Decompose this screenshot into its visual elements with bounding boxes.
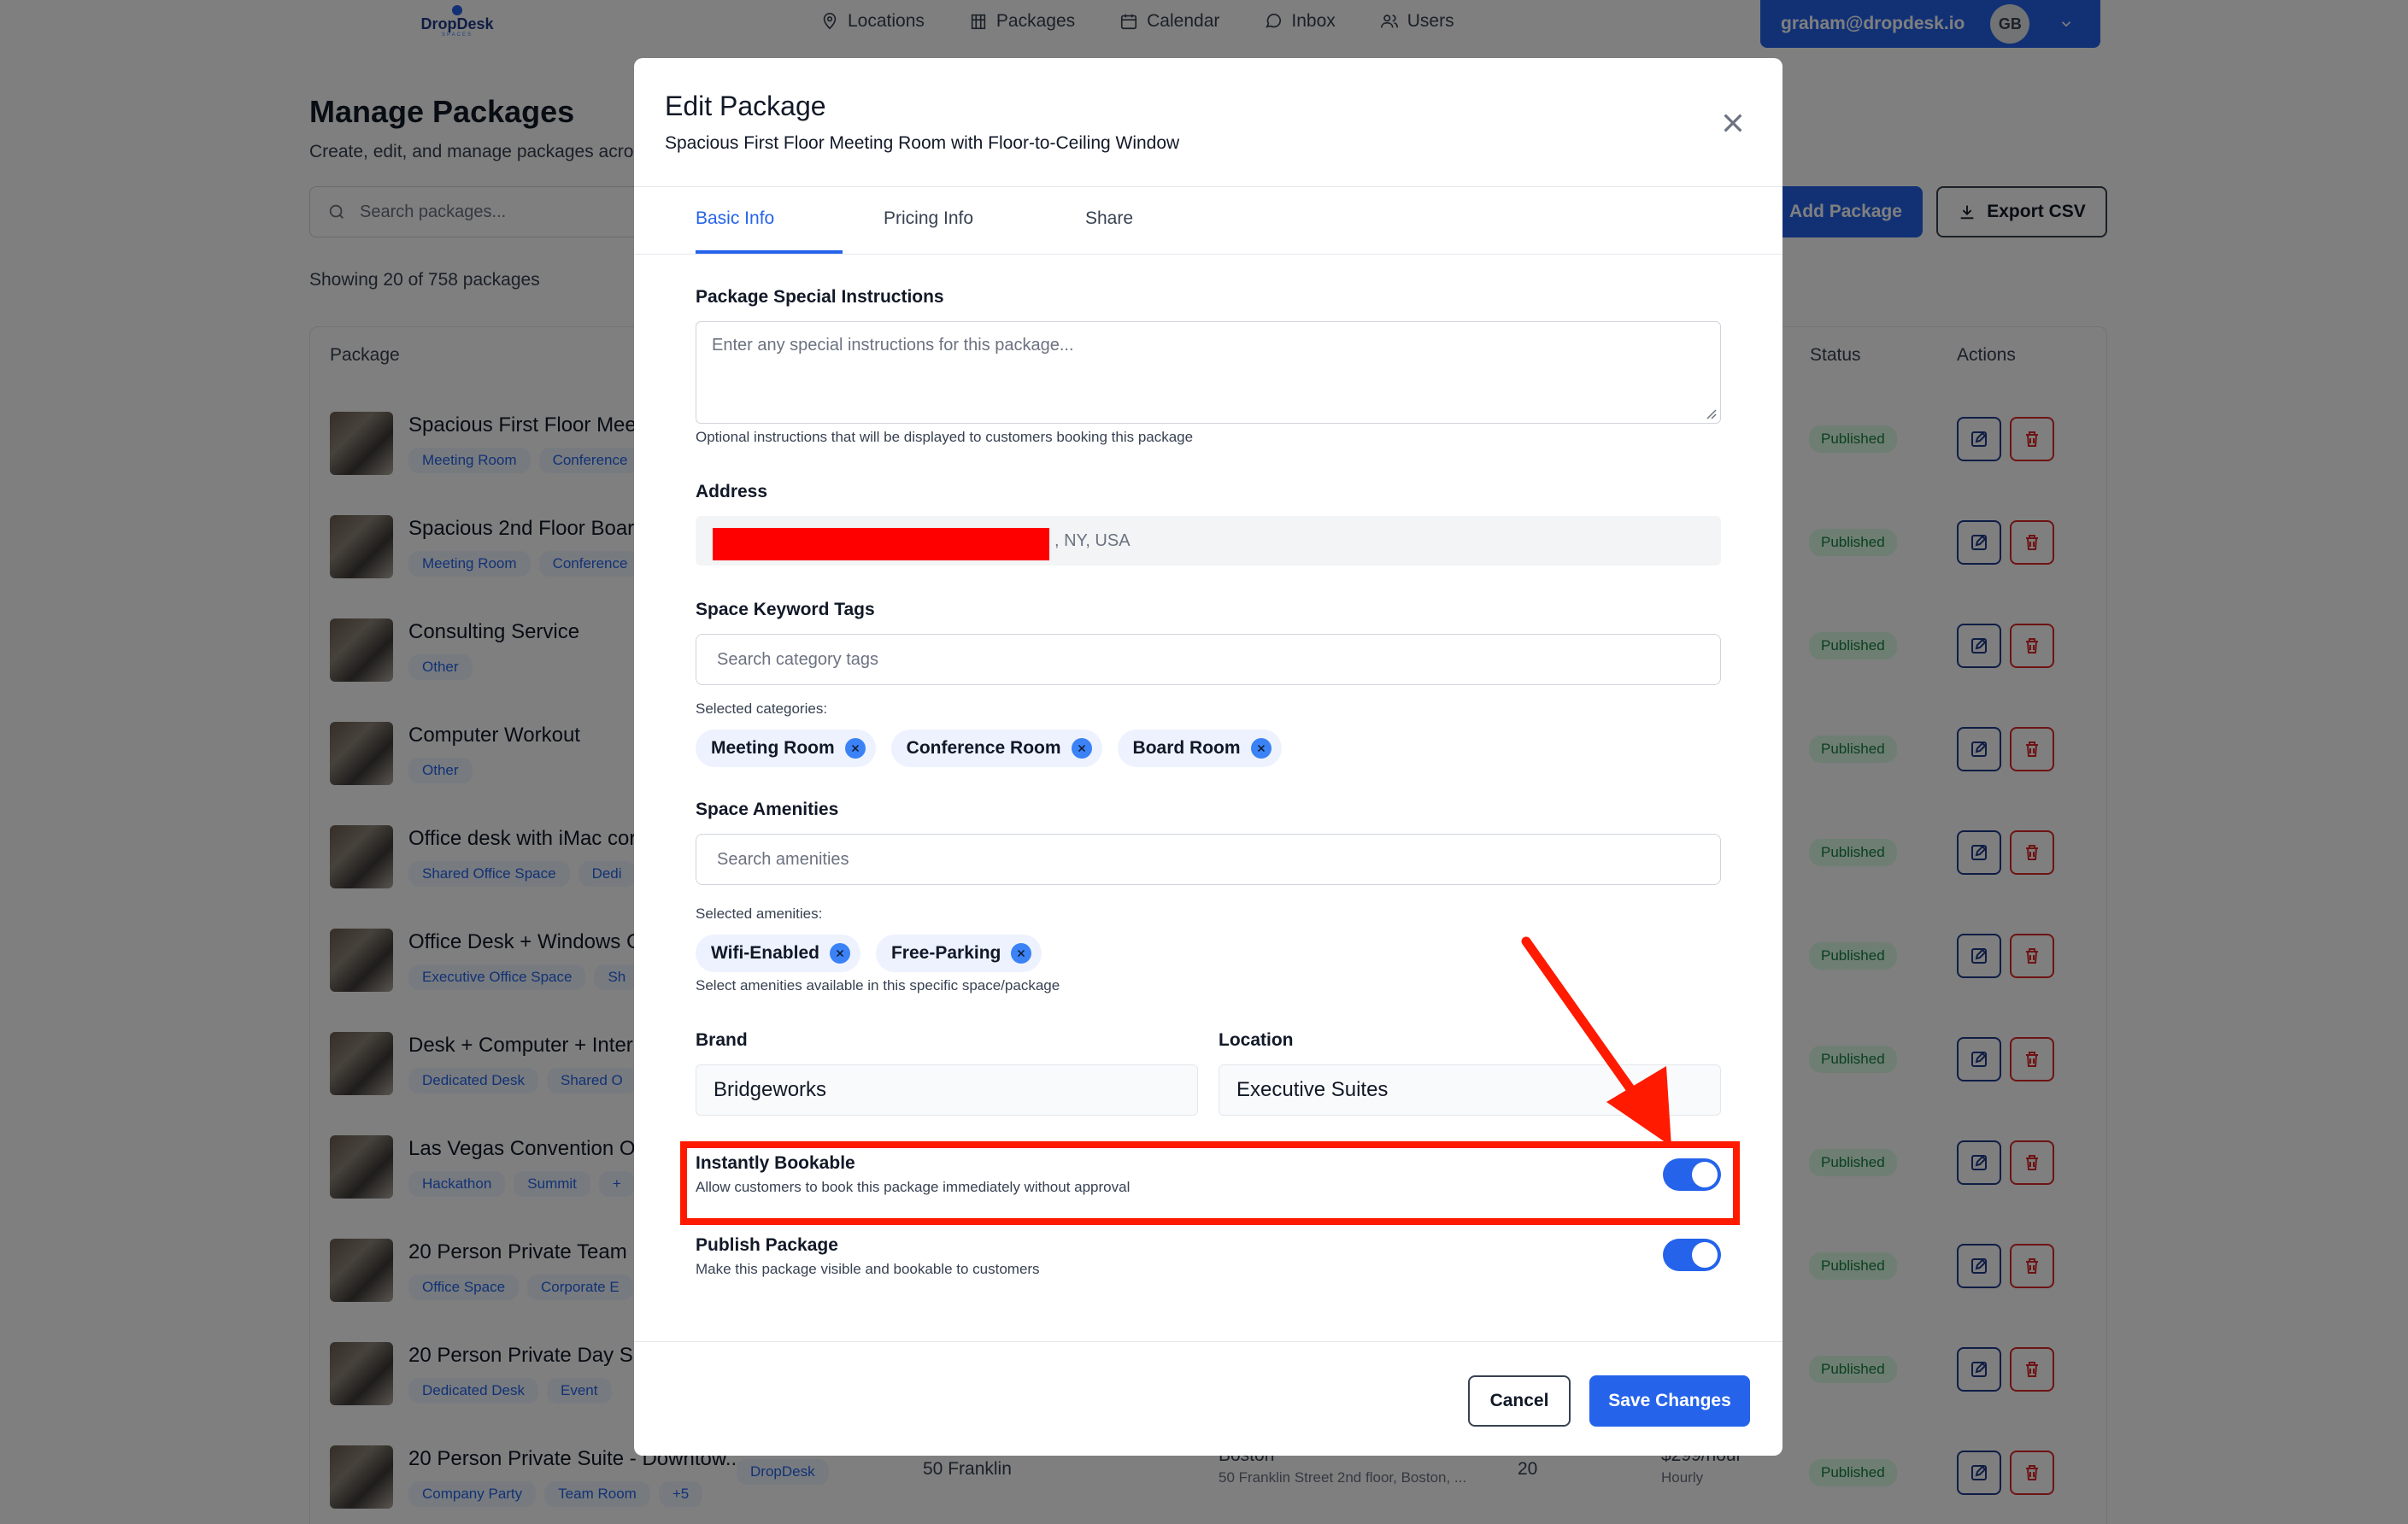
edit-package-modal: Edit Package Spacious First Floor Meetin… <box>634 58 1783 1456</box>
footer-divider <box>634 1341 1783 1342</box>
publish-package-toggle[interactable] <box>1663 1239 1721 1271</box>
category-chip-label: Board Room <box>1132 738 1241 758</box>
category-tags-placeholder: Search category tags <box>717 649 878 669</box>
category-tags-search-input[interactable]: Search category tags <box>696 634 1721 685</box>
close-icon <box>1257 744 1265 753</box>
location-value: Executive Suites <box>1236 1078 1389 1101</box>
special-instructions-hint: Optional instructions that will be displ… <box>696 429 1194 445</box>
special-instructions-placeholder: Enter any special instructions for this … <box>712 336 1074 355</box>
cancel-button[interactable]: Cancel <box>1468 1375 1571 1427</box>
selected-categories-label: Selected categories: <box>696 700 828 717</box>
remove-chip-button[interactable] <box>829 943 850 964</box>
annotation-highlight-box <box>680 1141 1740 1225</box>
remove-chip-button[interactable] <box>1011 943 1032 964</box>
close-icon <box>1724 114 1742 132</box>
tabs-divider <box>634 254 1783 255</box>
amenity-chip: Free-Parking <box>875 935 1042 972</box>
header-divider <box>634 186 1783 187</box>
close-icon <box>851 744 859 753</box>
remove-chip-button[interactable] <box>1071 738 1092 759</box>
amenities-placeholder: Search amenities <box>717 849 849 869</box>
amenities-hint: Select amenities available in this speci… <box>696 977 1060 994</box>
close-icon <box>1078 744 1085 753</box>
category-chip: Meeting Room <box>696 730 876 767</box>
publish-package-title: Publish Package <box>696 1235 838 1255</box>
toggle-knob <box>1692 1242 1718 1268</box>
amenities-search-input[interactable]: Search amenities <box>696 834 1721 885</box>
special-instructions-label: Package Special Instructions <box>696 287 944 307</box>
brand-value: Bridgeworks <box>714 1078 827 1101</box>
modal-subtitle: Spacious First Floor Meeting Room with F… <box>665 133 1180 153</box>
publish-package-desc: Make this package visible and bookable t… <box>696 1261 1040 1277</box>
amenity-chip-label: Wifi-Enabled <box>711 943 819 963</box>
category-chip-label: Conference Room <box>906 738 1061 758</box>
amenity-chip-label: Free-Parking <box>890 943 1001 963</box>
remove-chip-button[interactable] <box>844 738 866 759</box>
selected-categories: Meeting Room Conference Room Board Room <box>696 730 1282 767</box>
category-chip-label: Meeting Room <box>711 738 835 758</box>
location-select[interactable]: Executive Suites <box>1219 1064 1721 1116</box>
category-chip: Conference Room <box>890 730 1102 767</box>
modal-title: Edit Package <box>665 91 826 121</box>
close-icon <box>1018 949 1025 958</box>
category-chip: Board Room <box>1117 730 1282 767</box>
space-amenities-label: Space Amenities <box>696 800 839 819</box>
brand-label: Brand <box>696 1030 748 1050</box>
redaction-mark <box>713 528 1049 560</box>
tab-share[interactable]: Share <box>1085 208 1133 229</box>
special-instructions-textarea[interactable]: Enter any special instructions for this … <box>696 321 1721 424</box>
address-label: Address <box>696 482 768 501</box>
selected-amenities: Wifi-Enabled Free-Parking <box>696 935 1042 972</box>
brand-select[interactable]: Bridgeworks <box>696 1064 1198 1116</box>
tab-basic-info[interactable]: Basic Info <box>696 208 774 229</box>
location-label: Location <box>1219 1030 1294 1050</box>
close-button[interactable] <box>1719 109 1747 137</box>
amenity-chip: Wifi-Enabled <box>696 935 860 972</box>
close-icon <box>836 949 844 958</box>
keyword-tags-label: Space Keyword Tags <box>696 600 875 619</box>
address-value: , NY, USA <box>1054 530 1131 550</box>
save-changes-button[interactable]: Save Changes <box>1589 1375 1750 1427</box>
remove-chip-button[interactable] <box>1250 738 1272 759</box>
selected-amenities-label: Selected amenities: <box>696 906 823 922</box>
resize-grip-icon[interactable] <box>1705 407 1717 419</box>
tab-pricing-info[interactable]: Pricing Info <box>884 208 973 229</box>
